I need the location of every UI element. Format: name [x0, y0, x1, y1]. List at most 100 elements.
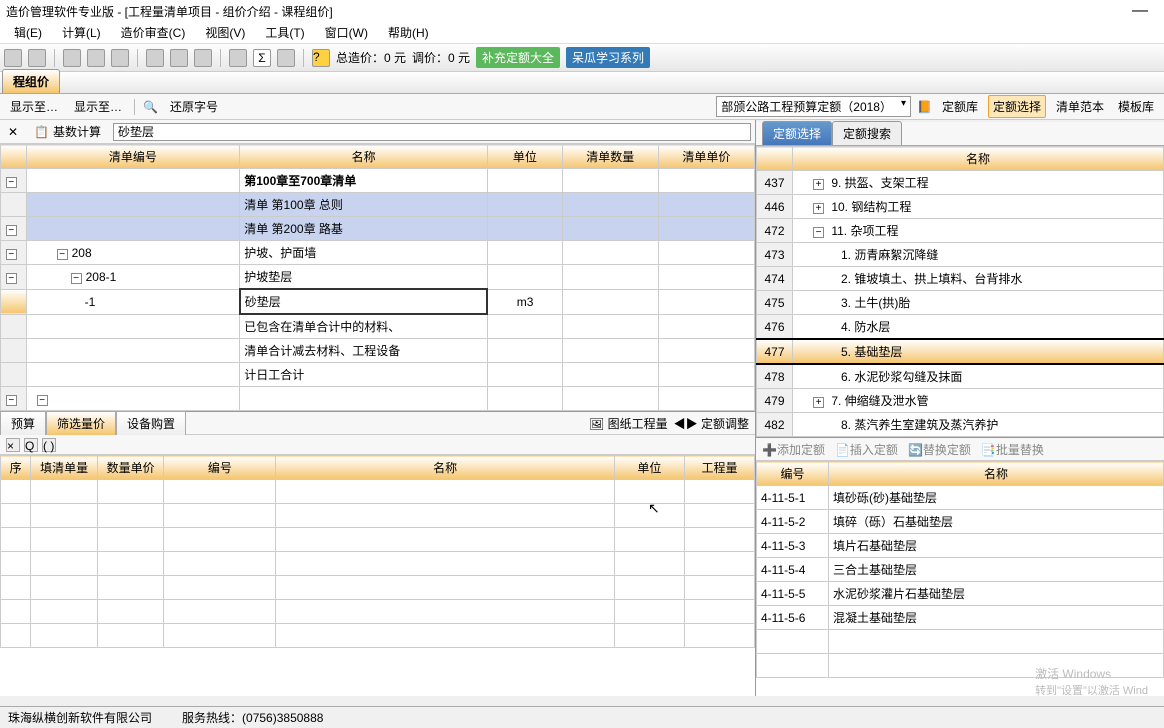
replace-quota-button[interactable]: 🔄替换定额: [908, 441, 971, 458]
drawing-qty-button[interactable]: 🖼 图纸工程量: [589, 415, 668, 432]
table-row[interactable]: 4742. 锥坡填土、拱上填料、台背排水: [757, 267, 1164, 291]
table-row[interactable]: 4753. 土牛(拱)胎: [757, 291, 1164, 315]
table-row[interactable]: 472− 11. 杂项工程: [757, 219, 1164, 243]
table-row[interactable]: [1, 600, 755, 624]
table-row[interactable]: [757, 630, 1164, 654]
quota-detail-table[interactable]: 编号名称4-11-5-1填砂砾(砂)基础垫层4-11-5-2填碎（砾）石基础垫层…: [756, 461, 1164, 678]
menu-view[interactable]: 视图(V): [195, 22, 255, 43]
quota-tree-table[interactable]: 名称437+ 9. 拱盔、支架工程446+ 10. 钢结构工程472− 11. …: [756, 146, 1164, 437]
expand-icon[interactable]: −: [6, 225, 17, 236]
link-quota-lib[interactable]: 定额库: [938, 96, 982, 117]
table-row[interactable]: −第100章至700章清单: [1, 169, 755, 193]
menu-calc[interactable]: 计算(L): [52, 22, 111, 43]
badge-learn[interactable]: 呆瓜学习系列: [566, 47, 650, 68]
tool-icon[interactable]: [63, 49, 81, 67]
quota-book-dropdown[interactable]: 部颁公路工程预算定额（2018）: [716, 96, 911, 117]
tool-icon[interactable]: [194, 49, 212, 67]
btab-equipment[interactable]: 设备购置: [116, 411, 186, 436]
table-row[interactable]: 已包含在清单合计中的材料、: [1, 314, 755, 339]
menu-help[interactable]: 帮助(H): [378, 22, 439, 43]
restore-font[interactable]: 还原字号: [166, 96, 222, 117]
sb-search-icon[interactable]: Q: [24, 438, 38, 452]
menu-review[interactable]: 造价审查(C): [111, 22, 196, 43]
table-row[interactable]: −−: [1, 387, 755, 411]
table-row[interactable]: 4-11-5-6混凝土基础垫层: [757, 606, 1164, 630]
table-row[interactable]: [1, 504, 755, 528]
btab-filter[interactable]: 筛选量价: [46, 411, 116, 436]
table-row[interactable]: 清单 第100章 总则: [1, 193, 755, 217]
book-icon[interactable]: 📙: [917, 100, 932, 114]
show-to-2[interactable]: 显示至…: [70, 96, 126, 117]
tool-icon[interactable]: [87, 49, 105, 67]
rtab-quota-select[interactable]: 定额选择: [762, 121, 832, 145]
table-row[interactable]: 446+ 10. 钢结构工程: [757, 195, 1164, 219]
table-row[interactable]: [1, 552, 755, 576]
expand-icon[interactable]: −: [6, 177, 17, 188]
table-row[interactable]: 4-11-5-3填片石基础垫层: [757, 534, 1164, 558]
table-row[interactable]: 4-11-5-5水泥砂浆灌片石基础垫层: [757, 582, 1164, 606]
detail-table[interactable]: 序填清单量数量单价编号名称单位工程量: [0, 455, 755, 648]
expand-icon[interactable]: −: [57, 249, 68, 260]
tool-icon[interactable]: [28, 49, 46, 67]
menu-tools[interactable]: 工具(T): [255, 22, 314, 43]
table-row[interactable]: −−208-1护坡垫层: [1, 265, 755, 290]
tool-icon[interactable]: [229, 49, 247, 67]
link-list-template[interactable]: 清单范本: [1052, 96, 1108, 117]
table-row[interactable]: −−208护坡、护面墙: [1, 241, 755, 265]
sigma-icon[interactable]: Σ: [253, 49, 271, 67]
menu-window[interactable]: 窗口(W): [315, 22, 378, 43]
batch-replace-button[interactable]: 📑批量替换: [981, 441, 1044, 458]
table-row[interactable]: 计日工合计: [1, 363, 755, 387]
table-row[interactable]: 4764. 防水层: [757, 315, 1164, 340]
add-quota-button[interactable]: ➕添加定额: [762, 441, 825, 458]
tool-icon[interactable]: [111, 49, 129, 67]
table-row[interactable]: [1, 480, 755, 504]
badge-quota[interactable]: 补充定额大全: [476, 47, 560, 68]
table-row[interactable]: 4775. 基础垫层: [757, 339, 1164, 364]
expand-icon[interactable]: −: [6, 395, 17, 406]
table-row[interactable]: [1, 624, 755, 648]
zoom-icon[interactable]: 🔍: [143, 100, 158, 114]
expand-icon[interactable]: −: [37, 395, 48, 406]
expand-icon[interactable]: +: [813, 179, 824, 190]
tool-icon[interactable]: [146, 49, 164, 67]
expand-icon[interactable]: +: [813, 397, 824, 408]
menu-edit[interactable]: 辑(E): [4, 22, 52, 43]
bill-list-table[interactable]: 清单编号名称单位清单数量清单单价−第100章至700章清单清单 第100章 总则…: [0, 144, 755, 411]
table-row[interactable]: 4-11-5-4三合土基础垫层: [757, 558, 1164, 582]
link-template-lib[interactable]: 模板库: [1114, 96, 1158, 117]
table-row[interactable]: 479+ 7. 伸缩缝及泄水管: [757, 389, 1164, 413]
close-pane-icon[interactable]: ✕: [0, 123, 26, 141]
help-icon[interactable]: ?: [312, 49, 330, 67]
link-quota-select[interactable]: 定额选择: [988, 95, 1046, 118]
btab-budget[interactable]: 预算: [0, 411, 46, 436]
expand-icon[interactable]: +: [813, 203, 824, 214]
expand-icon[interactable]: −: [71, 273, 82, 284]
table-row[interactable]: 4731. 沥青麻絮沉降缝: [757, 243, 1164, 267]
table-row[interactable]: 437+ 9. 拱盔、支架工程: [757, 171, 1164, 195]
tool-icon[interactable]: [277, 49, 295, 67]
table-row[interactable]: [757, 654, 1164, 678]
item-name-input[interactable]: [113, 123, 751, 141]
quota-adjust-button[interactable]: ◀▶ 定额调整: [674, 415, 749, 432]
expand-icon[interactable]: −: [813, 227, 824, 238]
minimize-button[interactable]: —: [1122, 2, 1158, 20]
sb-paren-icon[interactable]: ( ): [42, 438, 56, 452]
table-row[interactable]: 4828. 蒸汽养生室建筑及蒸汽养护: [757, 413, 1164, 437]
sb-close-icon[interactable]: ×: [6, 438, 20, 452]
insert-quota-button[interactable]: 📄插入定额: [835, 441, 898, 458]
table-row[interactable]: -1砂垫层m3: [1, 289, 755, 314]
table-row[interactable]: 清单合计减去材料、工程设备: [1, 339, 755, 363]
table-row[interactable]: 4-11-5-1填砂砾(砂)基础垫层: [757, 486, 1164, 510]
tool-icon[interactable]: [170, 49, 188, 67]
tab-pricing[interactable]: 程组价: [2, 69, 60, 93]
table-row[interactable]: −清单 第200章 路基: [1, 217, 755, 241]
table-row[interactable]: 4786. 水泥砂浆勾缝及抹面: [757, 364, 1164, 389]
tool-icon[interactable]: [4, 49, 22, 67]
expand-icon[interactable]: −: [6, 273, 17, 284]
show-to-1[interactable]: 显示至…: [6, 96, 62, 117]
expand-icon[interactable]: −: [6, 249, 17, 260]
table-row[interactable]: [1, 576, 755, 600]
base-calc-button[interactable]: 📋 基数计算: [26, 121, 109, 142]
rtab-quota-search[interactable]: 定额搜索: [832, 121, 902, 145]
